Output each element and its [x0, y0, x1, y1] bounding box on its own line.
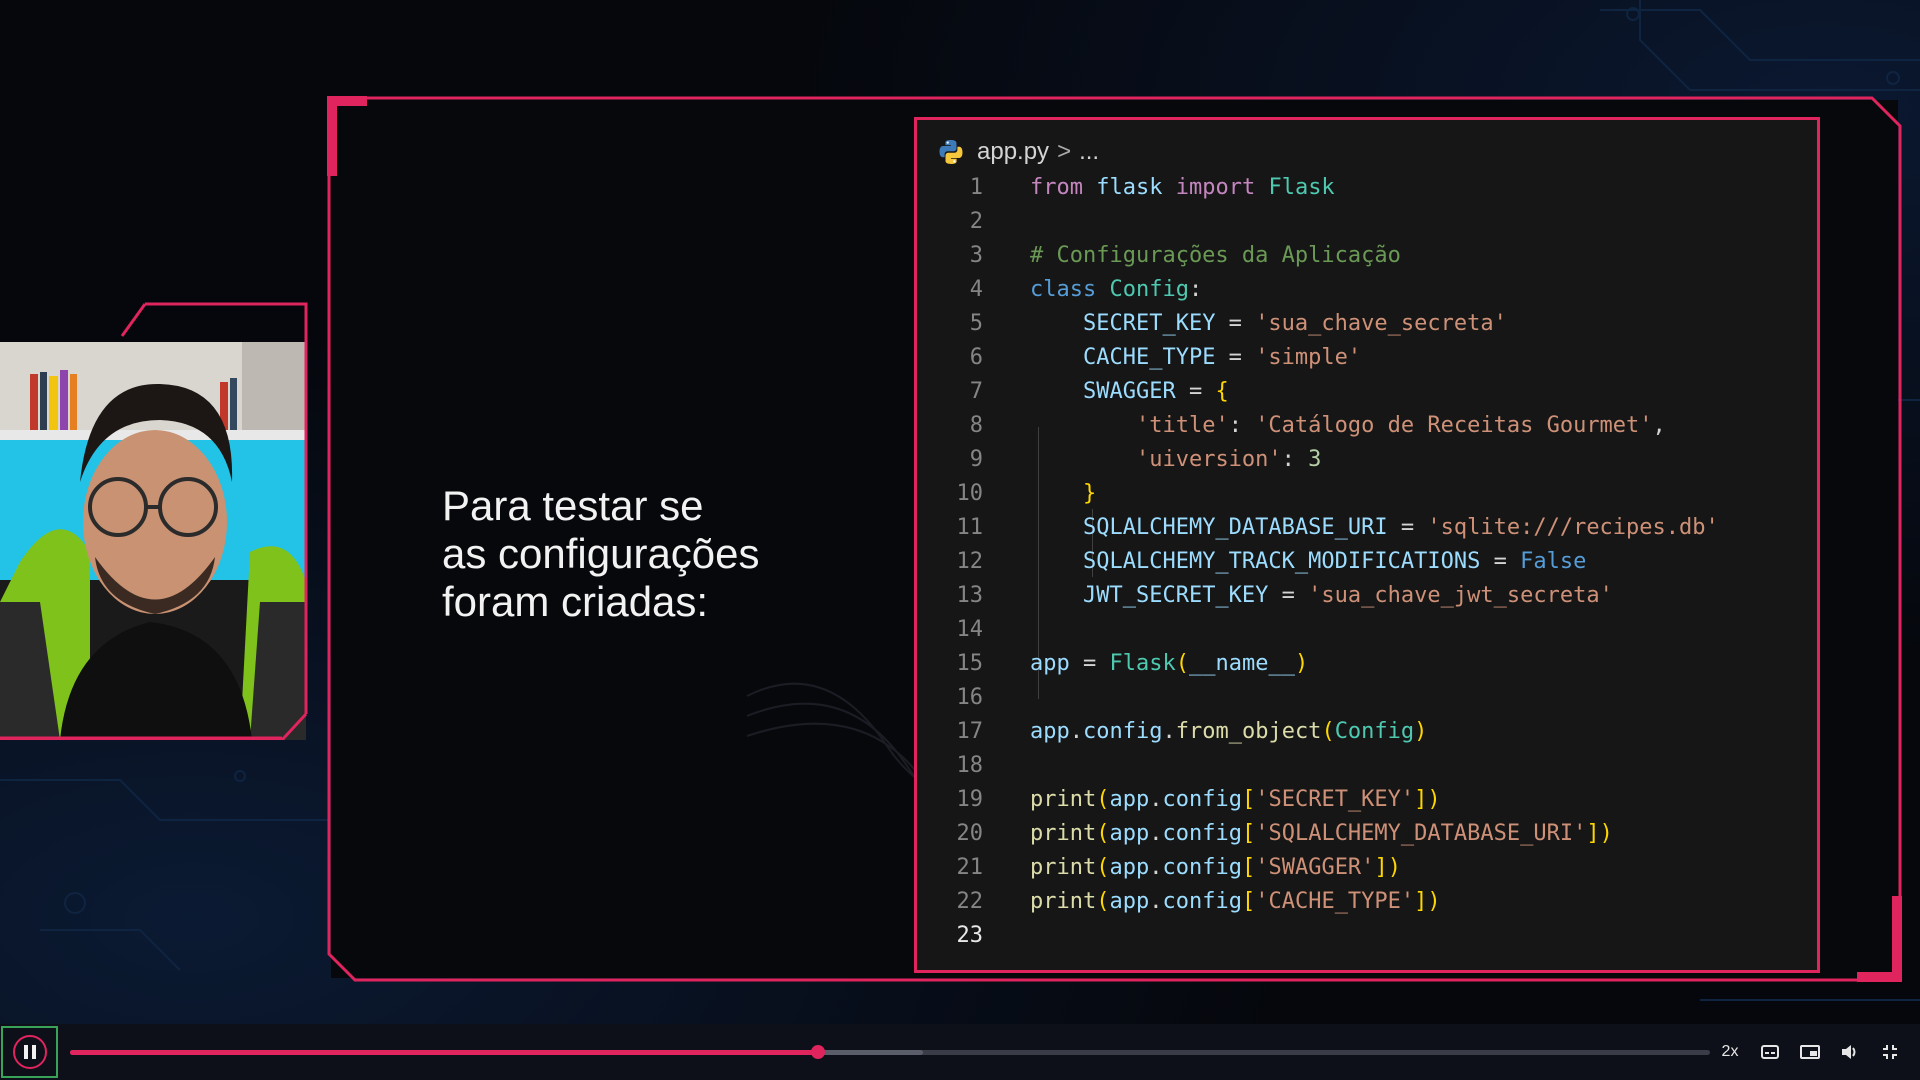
- video-player-bar: 2x: [0, 1024, 1920, 1080]
- code-line: 21 print(app.config['SWAGGER']): [917, 851, 1817, 885]
- line-number: 11: [956, 515, 984, 540]
- code-line: 4 class Config:: [917, 273, 1817, 307]
- playback-speed-button[interactable]: 2x: [1710, 1032, 1750, 1072]
- line-number: 13: [956, 583, 984, 608]
- line-number: 20: [956, 821, 984, 846]
- line-number: 15: [956, 651, 984, 676]
- player-controls: 2x: [1710, 1024, 1910, 1080]
- progress-bar[interactable]: [70, 1045, 1710, 1059]
- volume-icon[interactable]: [1830, 1032, 1870, 1072]
- code-text: SQLALCHEMY_DATABASE_URI = 'sqlite:///rec…: [1082, 515, 1719, 540]
- line-number: 10: [956, 481, 984, 506]
- code-line: 9 'uiversion': 3: [917, 443, 1817, 477]
- code-text: from flask import Flask: [1030, 175, 1335, 200]
- code-line: 17 app.config.from_object(Config): [917, 715, 1817, 749]
- code-text: app.config.from_object(Config): [1030, 719, 1428, 744]
- line-number: 4: [969, 277, 983, 302]
- breadcrumb-more: ...: [1079, 138, 1100, 165]
- code-text: print(app.config['SECRET_KEY']): [1030, 787, 1441, 812]
- code-lines: 1 from flask import Flask 2 3 # Configuraçõe…: [917, 171, 1817, 953]
- picture-in-picture-icon[interactable]: [1790, 1032, 1830, 1072]
- code-line: 6 CACHE_TYPE = 'simple': [917, 341, 1817, 375]
- line-number: 21: [956, 855, 984, 880]
- file-name: app.py: [977, 138, 1050, 165]
- code-text: print(app.config['SWAGGER']): [1030, 855, 1401, 880]
- line-number: 2: [969, 209, 983, 234]
- code-text: SECRET_KEY = 'sua_chave_secreta': [1082, 311, 1507, 336]
- code-line: 2: [917, 205, 1817, 239]
- code-text: print(app.config['SQLALCHEMY_DATABASE_UR…: [1030, 821, 1613, 846]
- code-text: CACHE_TYPE = 'simple': [1082, 345, 1362, 370]
- line-number: 7: [969, 379, 983, 404]
- pause-icon: [12, 1035, 47, 1069]
- line-number: 22: [956, 889, 984, 914]
- code-text: JWT_SECRET_KEY = 'sua_chave_jwt_secreta': [1082, 583, 1613, 608]
- slide-text-line: foram criadas:: [442, 578, 709, 625]
- line-number: 16: [956, 685, 984, 710]
- code-line: 14: [917, 613, 1817, 647]
- code-line: 22 print(app.config['CACHE_TYPE']): [917, 885, 1817, 919]
- code-line: 19 print(app.config['SECRET_KEY']): [917, 783, 1817, 817]
- code-editor: app.py > ... 1 from flask import Flask 2 3 #…: [914, 117, 1820, 1042]
- code-text: app = Flask(__name__): [1030, 651, 1309, 676]
- code-text: SQLALCHEMY_TRACK_MODIFICATIONS = False: [1082, 549, 1587, 574]
- code-text: 'title': 'Catálogo de Receitas Gourmet',: [1135, 413, 1666, 438]
- code-text: }: [1082, 481, 1097, 506]
- code-line: 7 SWAGGER = {: [917, 375, 1817, 409]
- line-number: 3: [969, 243, 983, 268]
- slide-heading: Para testar se as configurações foram cr…: [442, 482, 862, 626]
- slide-text-line: Para testar se: [442, 482, 704, 529]
- line-number: 6: [969, 345, 983, 370]
- editor-breadcrumb: app.py > ...: [937, 136, 1099, 168]
- played-range: [70, 1050, 818, 1055]
- code-line: 23: [917, 919, 1817, 953]
- line-number: 5: [969, 311, 983, 336]
- code-text: class Config:: [1030, 277, 1203, 302]
- line-number: 23: [956, 923, 984, 948]
- code-line: 18: [917, 749, 1817, 783]
- code-line: 8 'title': 'Catálogo de Receitas Gourmet…: [917, 409, 1817, 443]
- code-line: 5 SECRET_KEY = 'sua_chave_secreta': [917, 307, 1817, 341]
- line-number: 9: [969, 447, 983, 472]
- subtitles-icon[interactable]: [1750, 1032, 1790, 1072]
- python-icon: [939, 140, 963, 164]
- breadcrumb-separator: >: [1057, 138, 1072, 165]
- exit-fullscreen-icon[interactable]: [1870, 1032, 1910, 1072]
- code-line: 15 app = Flask(__name__): [917, 647, 1817, 681]
- code-line: 10 }: [917, 477, 1817, 511]
- line-number: 1: [969, 175, 983, 200]
- line-number: 14: [956, 617, 984, 642]
- code-line: 12 SQLALCHEMY_TRACK_MODIFICATIONS = Fals…: [917, 545, 1817, 579]
- line-number: 19: [956, 787, 984, 812]
- line-number: 17: [956, 719, 984, 744]
- webcam-feed: [0, 302, 308, 740]
- code-text: # Configurações da Aplicação: [1030, 243, 1401, 268]
- code-text: 'uiversion': 3: [1135, 447, 1322, 472]
- code-line: 20 print(app.config['SQLALCHEMY_DATABASE_…: [917, 817, 1817, 851]
- line-number: 12: [956, 549, 984, 574]
- code-text: print(app.config['CACHE_TYPE']): [1030, 889, 1441, 914]
- line-number: 8: [969, 413, 983, 438]
- code-line: 11 SQLALCHEMY_DATABASE_URI = 'sqlite:///…: [917, 511, 1817, 545]
- code-line: 13 JWT_SECRET_KEY = 'sua_chave_jwt_secre…: [917, 579, 1817, 613]
- slide-text-line: as configurações: [442, 530, 760, 577]
- code-line: 1 from flask import Flask: [917, 171, 1817, 205]
- progress-handle[interactable]: [810, 1045, 825, 1059]
- line-number: 18: [956, 753, 984, 778]
- code-line: 16: [917, 681, 1817, 715]
- code-text: SWAGGER = {: [1082, 379, 1229, 404]
- pause-button[interactable]: [1, 1026, 58, 1078]
- code-line: 3 # Configurações da Aplicação: [917, 239, 1817, 273]
